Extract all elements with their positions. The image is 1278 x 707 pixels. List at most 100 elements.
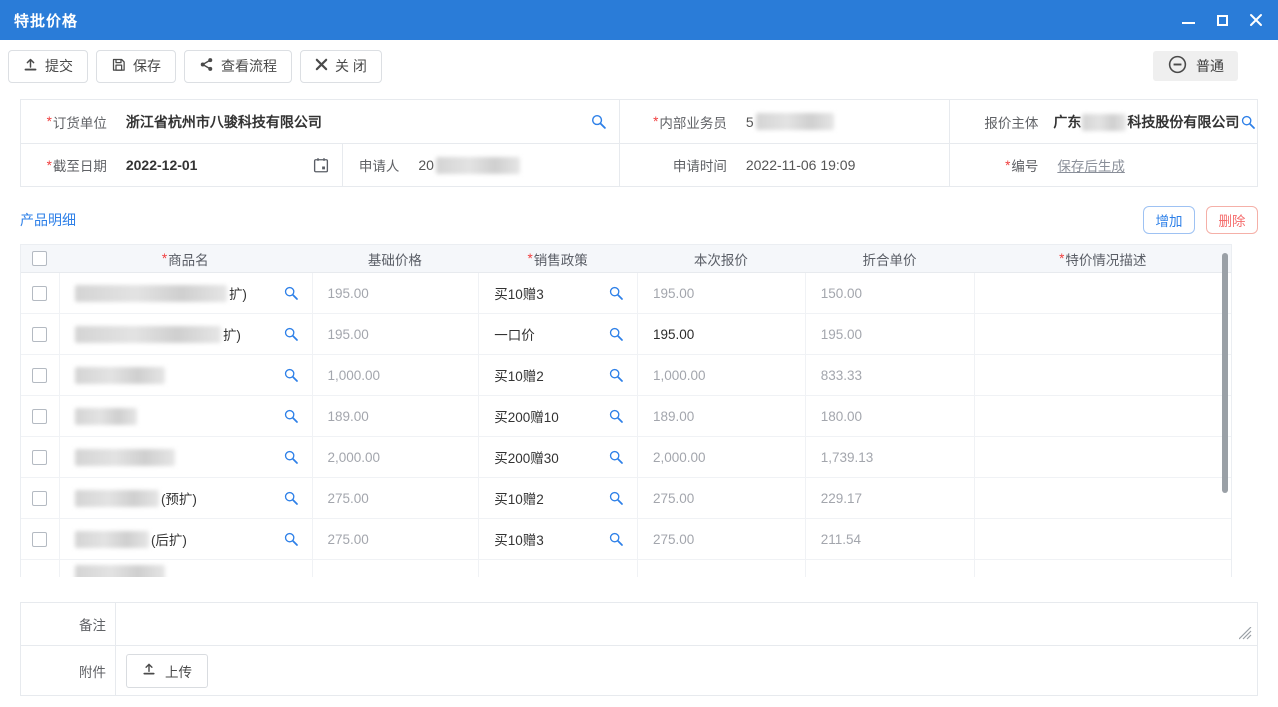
table-row: 扩) 195.00 一口价 195.00 195.00 bbox=[21, 314, 1231, 355]
product-name-cell[interactable]: (预扩) bbox=[59, 478, 312, 518]
policy-cell[interactable]: 买200赠10 bbox=[478, 396, 637, 436]
redacted-text bbox=[75, 285, 227, 302]
table-row: 2,000.00 买200赠30 2,000.00 1,739.13 bbox=[21, 437, 1231, 478]
redacted-text bbox=[75, 490, 159, 507]
search-icon[interactable] bbox=[608, 326, 624, 342]
product-name-cell[interactable]: 扩) bbox=[59, 273, 312, 313]
search-icon[interactable] bbox=[608, 531, 624, 547]
search-icon[interactable] bbox=[608, 367, 624, 383]
desc-cell[interactable] bbox=[974, 519, 1231, 559]
policy-cell[interactable]: 买10赠2 bbox=[478, 355, 637, 395]
redacted-text bbox=[75, 449, 175, 466]
redacted-text bbox=[75, 531, 149, 548]
product-name-cell[interactable]: (后扩) bbox=[59, 519, 312, 559]
base-price-cell: 195.00 bbox=[312, 273, 479, 313]
desc-cell[interactable] bbox=[974, 437, 1231, 477]
policy-cell[interactable]: 买10赠3 bbox=[478, 519, 637, 559]
floppy-icon bbox=[111, 57, 126, 75]
deadline-field[interactable]: 2022-12-01 bbox=[116, 144, 344, 186]
row-checkbox[interactable] bbox=[32, 532, 47, 547]
desc-cell[interactable] bbox=[974, 396, 1231, 436]
base-price-cell: 2,000.00 bbox=[312, 437, 479, 477]
add-row-button[interactable]: 增加 bbox=[1143, 206, 1195, 234]
unit-price-cell: 1,739.13 bbox=[805, 437, 975, 477]
product-name-cell[interactable]: 扩) bbox=[59, 314, 312, 354]
row-checkbox[interactable] bbox=[32, 409, 47, 424]
row-checkbox[interactable] bbox=[32, 286, 47, 301]
col-header-name: *商品名 bbox=[59, 245, 312, 272]
policy-cell[interactable]: 买10赠2 bbox=[478, 478, 637, 518]
upload-icon bbox=[23, 57, 38, 75]
close-form-button[interactable]: 关 闭 bbox=[300, 50, 382, 83]
search-icon[interactable] bbox=[608, 449, 624, 465]
product-name-cell[interactable] bbox=[59, 355, 312, 395]
salesman-field[interactable]: 5 bbox=[736, 100, 950, 143]
base-price-cell: 275.00 bbox=[312, 478, 479, 518]
row-checkbox[interactable] bbox=[32, 327, 47, 342]
redacted-text bbox=[75, 367, 165, 384]
view-flow-button[interactable]: 查看流程 bbox=[184, 50, 292, 83]
product-name-cell[interactable] bbox=[59, 437, 312, 477]
quote-subject-field[interactable]: 广东科技股份有限公司 bbox=[1047, 100, 1257, 143]
submit-button[interactable]: 提交 bbox=[8, 50, 88, 83]
search-icon[interactable] bbox=[590, 113, 607, 130]
search-icon[interactable] bbox=[283, 490, 299, 506]
table-scrollbar[interactable] bbox=[1222, 253, 1228, 493]
policy-cell[interactable]: 一口价 bbox=[478, 314, 637, 354]
redacted-text bbox=[1082, 114, 1126, 131]
search-icon[interactable] bbox=[283, 449, 299, 465]
share-icon bbox=[199, 57, 214, 75]
search-icon[interactable] bbox=[608, 285, 624, 301]
search-icon[interactable] bbox=[283, 531, 299, 547]
quote-cell[interactable]: 195.00 bbox=[637, 273, 805, 313]
order-no-label: *编号 bbox=[950, 144, 1048, 186]
minimize-icon[interactable] bbox=[1180, 12, 1196, 28]
priority-selector[interactable]: 普通 bbox=[1153, 51, 1238, 81]
desc-cell[interactable] bbox=[974, 314, 1231, 354]
table-row: (后扩) 275.00 买10赠3 275.00 211.54 bbox=[21, 519, 1231, 560]
upload-icon bbox=[142, 662, 156, 679]
remark-textarea[interactable] bbox=[126, 609, 1247, 639]
base-price-cell: 1,000.00 bbox=[312, 355, 479, 395]
policy-cell[interactable]: 买10赠3 bbox=[478, 273, 637, 313]
table-row: 1,000.00 买10赠2 1,000.00 833.33 bbox=[21, 355, 1231, 396]
desc-cell[interactable] bbox=[974, 355, 1231, 395]
special-price-window: 特批价格 提交 保存 bbox=[0, 0, 1278, 707]
quote-cell[interactable]: 189.00 bbox=[637, 396, 805, 436]
search-icon[interactable] bbox=[283, 326, 299, 342]
product-table: *商品名 基础价格 *销售政策 本次报价 折合单价 *特价情况描述 扩) 195… bbox=[20, 244, 1232, 577]
search-icon[interactable] bbox=[283, 408, 299, 424]
search-icon[interactable] bbox=[283, 285, 299, 301]
resize-grip-icon[interactable] bbox=[1239, 627, 1252, 640]
x-icon bbox=[315, 58, 328, 74]
row-checkbox[interactable] bbox=[32, 368, 47, 383]
calendar-icon[interactable] bbox=[312, 156, 330, 174]
row-checkbox[interactable] bbox=[32, 491, 47, 506]
row-checkbox[interactable] bbox=[32, 450, 47, 465]
order-no-value: 保存后生成 bbox=[1047, 144, 1257, 186]
desc-cell[interactable] bbox=[974, 273, 1231, 313]
product-name-cell[interactable] bbox=[59, 396, 312, 436]
search-icon[interactable] bbox=[283, 367, 299, 383]
search-icon[interactable] bbox=[608, 490, 624, 506]
save-button[interactable]: 保存 bbox=[96, 50, 176, 83]
desc-cell[interactable] bbox=[974, 478, 1231, 518]
delete-row-button[interactable]: 删除 bbox=[1206, 206, 1258, 234]
redacted-text bbox=[75, 408, 137, 425]
maximize-icon[interactable] bbox=[1214, 12, 1230, 28]
remark-label: 备注 bbox=[21, 603, 116, 645]
search-icon[interactable] bbox=[608, 408, 624, 424]
unit-price-cell: 150.00 bbox=[805, 273, 975, 313]
quote-cell[interactable]: 1,000.00 bbox=[637, 355, 805, 395]
order-unit-field[interactable]: 浙江省杭州市八骏科技有限公司 bbox=[116, 100, 620, 143]
quote-cell[interactable]: 275.00 bbox=[637, 478, 805, 518]
upload-button[interactable]: 上传 bbox=[126, 654, 208, 688]
close-icon[interactable] bbox=[1248, 12, 1264, 28]
quote-cell[interactable]: 2,000.00 bbox=[637, 437, 805, 477]
unit-price-cell: 180.00 bbox=[805, 396, 975, 436]
quote-cell[interactable]: 275.00 bbox=[637, 519, 805, 559]
policy-cell[interactable]: 买200赠30 bbox=[478, 437, 637, 477]
quote-cell[interactable]: 195.00 bbox=[637, 314, 805, 354]
search-icon[interactable] bbox=[1240, 114, 1256, 130]
select-all-checkbox[interactable] bbox=[32, 251, 47, 266]
